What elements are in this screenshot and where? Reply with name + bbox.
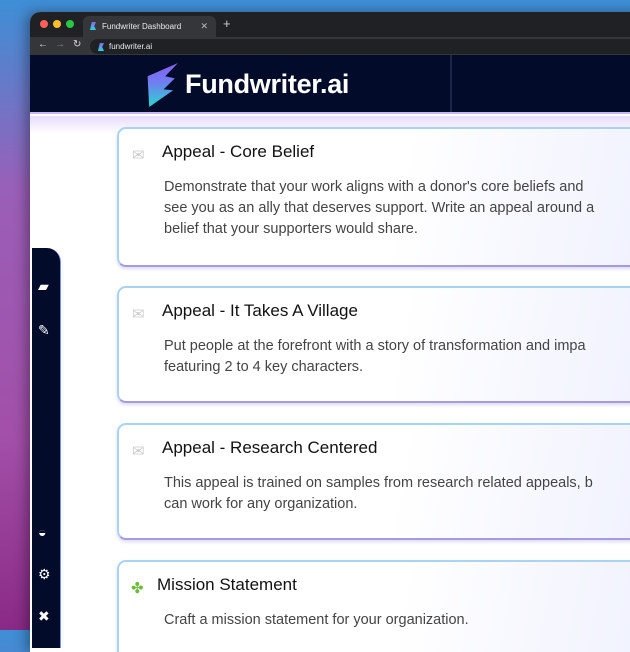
forward-icon[interactable]: → — [55, 39, 65, 50]
card-description: This appeal is trained on samples from r… — [164, 475, 593, 512]
card-title: Appeal - Core Belief — [162, 142, 315, 161]
envelope-icon: ✉ — [132, 443, 145, 460]
template-card[interactable]: ✉ Appeal - Research Centered This appeal… — [117, 423, 630, 540]
favicon-icon — [90, 22, 96, 30]
back-icon[interactable]: ← — [38, 39, 48, 50]
puzzle-icon: ✤ — [131, 580, 144, 597]
url-text: fundwriter.ai — [109, 42, 153, 51]
close-tab-icon[interactable]: ✕ — [200, 21, 208, 32]
card-title: Appeal - It Takes A Village — [162, 301, 358, 320]
sidebar: ▰ ✎ ◒ ⚙ ✖ — [32, 248, 61, 648]
folder-open-icon[interactable]: ▰ — [38, 278, 49, 295]
browser-tab[interactable]: Fundwriter Dashboard ✕ — [83, 16, 216, 37]
favicon-icon — [98, 43, 104, 51]
card-title: Appeal - Research Centered — [162, 438, 378, 457]
minimize-window-button[interactable] — [53, 20, 61, 28]
browser-window: Fundwriter Dashboard ✕ + ← → ↻ fundwrite… — [30, 12, 630, 652]
close-window-button[interactable] — [40, 20, 48, 28]
new-tab-button[interactable]: + — [223, 16, 231, 31]
dashboard-icon[interactable]: ◒ — [38, 524, 46, 540]
gears-icon[interactable]: ⚙ — [38, 566, 51, 583]
close-icon[interactable]: ✖ — [38, 608, 50, 625]
template-card[interactable]: ✤ Mission Statement Craft a mission stat… — [117, 560, 630, 652]
address-bar-row: ← → ↻ fundwriter.ai — [30, 37, 630, 55]
template-card[interactable]: ✉ Appeal - Core Belief Demonstrate that … — [117, 127, 630, 267]
maximize-window-button[interactable] — [66, 20, 74, 28]
logo-icon — [147, 63, 178, 107]
app-header: Fundwriter.ai — [30, 55, 630, 114]
url-input[interactable]: fundwriter.ai — [90, 39, 630, 54]
tab-title: Fundwriter Dashboard — [102, 22, 182, 31]
template-card[interactable]: ✉ Appeal - It Takes A Village Put people… — [117, 286, 630, 403]
card-description: Demonstrate that your work aligns with a… — [164, 179, 595, 237]
card-title: Mission Statement — [157, 575, 297, 594]
logo-text[interactable]: Fundwriter.ai — [185, 69, 349, 100]
header-divider — [450, 55, 452, 112]
card-description: Put people at the forefront with a story… — [164, 338, 586, 375]
main-content: ✉ Appeal - Core Belief Demonstrate that … — [30, 116, 630, 652]
envelope-icon: ✉ — [132, 306, 145, 323]
pencil-icon[interactable]: ✎ — [38, 322, 50, 339]
card-description: Craft a mission statement for your organ… — [164, 612, 469, 628]
reload-icon[interactable]: ↻ — [73, 39, 81, 50]
tab-bar: Fundwriter Dashboard ✕ + — [30, 12, 630, 37]
envelope-icon: ✉ — [132, 147, 145, 164]
